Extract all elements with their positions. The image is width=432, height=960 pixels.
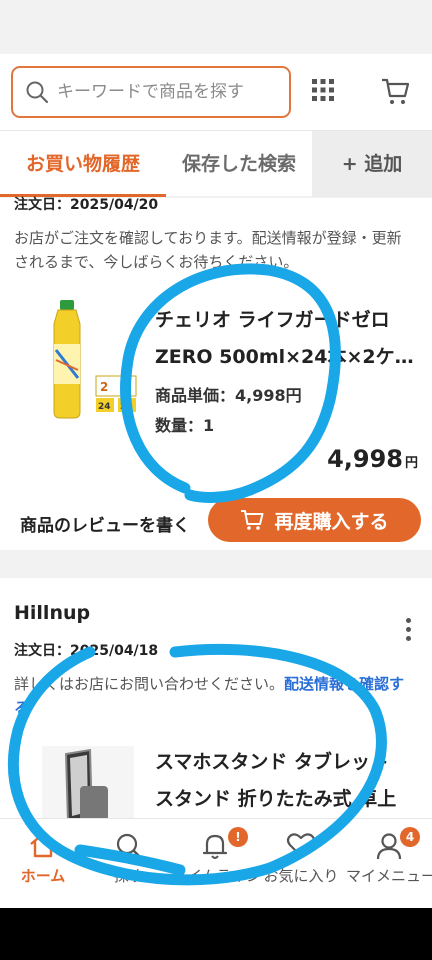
search-icon <box>26 81 49 104</box>
order-status-message: 詳しくはお店にお問い合わせください。配送情報を確認する <box>14 672 414 720</box>
nav-favorites-label: お気に入り <box>263 867 339 885</box>
search-icon <box>116 833 143 860</box>
shop-name[interactable]: Hillnup <box>14 602 90 624</box>
product-name-line2: ZERO 500ml×24本×2ケース <box>155 346 417 368</box>
unit-price: 商品単価：4,998円 <box>155 386 302 405</box>
product-name-line1: チェリオ ライフガードゼロ <box>155 309 390 331</box>
price-value: 4,998 <box>327 445 403 473</box>
nav-search[interactable]: 探す <box>86 819 172 908</box>
tab-purchase-history[interactable]: お買い物履歴 <box>0 131 166 197</box>
timeline-badge: ! <box>228 827 248 847</box>
product-image-phone-stand[interactable] <box>42 746 134 828</box>
more-options-icon[interactable] <box>404 618 412 645</box>
rebuy-label: 再度購入する <box>274 510 389 533</box>
svg-text:24: 24 <box>98 402 111 412</box>
nav-mymenu[interactable]: 4 マイメニュー <box>346 819 432 908</box>
heart-icon <box>286 833 316 858</box>
product-name-line1: スマホスタンド タブレット <box>155 751 390 773</box>
cart-icon[interactable] <box>380 76 410 106</box>
product-name[interactable]: チェリオ ライフガードゼロ ZERO 500ml×24本×2ケース <box>155 302 417 376</box>
order-card: Hillnup 注文日：2025/04/18 詳しくはお店にお問い合わせください… <box>0 578 432 828</box>
order-status-message: お店がご注文を確認しております。配送情報が登録・更新されるまで、今しばらくお待ち… <box>14 229 402 271</box>
message-text: 詳しくはお店にお問い合わせください。 <box>14 675 285 693</box>
search-input[interactable] <box>57 82 275 102</box>
grid-menu-icon[interactable] <box>312 79 334 101</box>
product-image-drink[interactable]: 2 24 24 <box>40 300 138 420</box>
write-review-link[interactable]: 商品のレビューを書く <box>20 511 190 533</box>
svg-text:2: 2 <box>100 380 108 394</box>
header <box>0 54 432 130</box>
app-screen: お買い物履歴 保存した検索 + 追加 注文日：2025/04/20 お店がご注文… <box>0 0 432 908</box>
quantity: 数量：1 <box>155 416 215 435</box>
svg-text:24: 24 <box>120 402 133 412</box>
bottom-navigation: ホーム 探す ! タイムライン お気に入り 4 マイメニュー <box>0 818 432 908</box>
rebuy-button[interactable]: 再度購入する <box>208 498 421 542</box>
status-bar-area <box>0 0 432 54</box>
bell-icon <box>202 834 228 859</box>
order-total-price: 4,998 円 <box>327 445 418 473</box>
nav-timeline[interactable]: ! タイムライン <box>172 819 261 908</box>
history-tabs: お買い物履歴 保存した検索 + 追加 <box>0 130 432 197</box>
system-navigation-bar <box>0 908 432 960</box>
nav-home[interactable]: ホーム <box>0 819 86 908</box>
product-name-line2: スタンド 折りたたみ式 卓上 <box>155 788 397 810</box>
nav-timeline-label: タイムライン <box>172 867 261 885</box>
mymenu-badge: 4 <box>400 827 420 847</box>
nav-search-label: 探す <box>113 867 144 885</box>
order-date: 注文日：2025/04/18 <box>14 643 159 659</box>
nav-home-label: ホーム <box>20 867 66 885</box>
search-box[interactable] <box>11 66 291 118</box>
order-card: 注文日：2025/04/20 お店がご注文を確認しております。配送情報が登録・更… <box>0 197 432 550</box>
tab-add-button[interactable]: + 追加 <box>312 131 432 197</box>
product-name[interactable]: スマホスタンド タブレット スタンド 折りたたみ式 卓上 <box>155 744 417 818</box>
home-icon <box>30 832 56 858</box>
cart-icon <box>241 510 264 530</box>
price-currency: 円 <box>404 456 418 471</box>
nav-favorites[interactable]: お気に入り <box>258 819 344 908</box>
nav-mymenu-label: マイメニュー <box>346 867 432 885</box>
order-date: 注文日：2025/04/20 <box>14 197 159 213</box>
tab-saved-searches[interactable]: 保存した検索 <box>182 131 296 197</box>
